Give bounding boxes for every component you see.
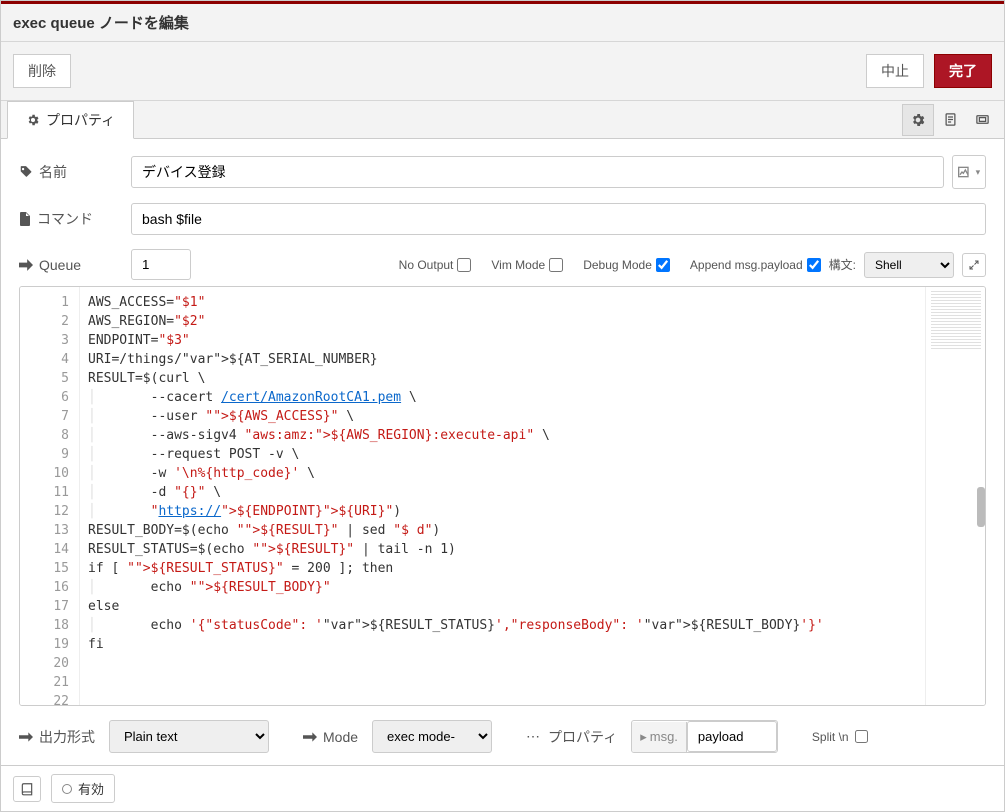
split-n-checkbox[interactable]	[855, 730, 868, 743]
edit-dialog: exec queue ノードを編集 削除 中止 完了 プロパティ	[0, 0, 1005, 812]
property-label: ⋯ プロパティ	[526, 727, 617, 747]
debug-mode-option[interactable]: Debug Mode	[583, 258, 670, 272]
code-content[interactable]: AWS_ACCESS="$1"AWS_REGION="$2"ENDPOINT="…	[80, 287, 925, 705]
done-button[interactable]: 完了	[934, 54, 992, 88]
append-msg-option[interactable]: Append msg.payload	[690, 258, 821, 272]
dialog-title: exec queue ノードを編集	[1, 1, 1004, 42]
tab-bar: プロパティ	[1, 101, 1004, 139]
tab-properties[interactable]: プロパティ	[7, 101, 134, 139]
expand-editor-icon[interactable]	[962, 253, 986, 277]
minimap[interactable]	[925, 287, 985, 705]
file-icon	[19, 212, 31, 226]
form-body: 名前 ▾ コマンド Queue	[1, 139, 1004, 765]
property-input[interactable]: ▸msg.	[631, 720, 778, 753]
arrow-right-icon	[19, 259, 33, 271]
append-msg-checkbox[interactable]	[807, 258, 821, 272]
tab-icon-description[interactable]	[934, 104, 966, 136]
delete-button[interactable]: 削除	[13, 54, 71, 88]
output-format-select[interactable]: Plain text	[109, 720, 269, 753]
debug-mode-checkbox[interactable]	[656, 258, 670, 272]
footer: 有効	[1, 765, 1004, 811]
property-field[interactable]	[687, 721, 777, 752]
icon-picker[interactable]: ▾	[952, 155, 986, 189]
tab-label: プロパティ	[46, 110, 115, 130]
no-output-checkbox[interactable]	[457, 258, 471, 272]
mode-select[interactable]: exec mode-	[372, 720, 492, 753]
scrollbar-handle[interactable]	[977, 487, 985, 527]
command-label: コマンド	[19, 209, 119, 229]
syntax-select[interactable]: Shell	[864, 252, 954, 278]
vim-mode-option[interactable]: Vim Mode	[491, 258, 563, 272]
arrow-right-icon	[19, 732, 33, 742]
status-dot-icon	[62, 784, 72, 794]
no-output-option[interactable]: No Output	[399, 258, 472, 272]
line-gutter: 12345678910111213141516171819202122	[20, 287, 80, 705]
name-label: 名前	[19, 162, 119, 182]
tab-icon-settings[interactable]	[902, 104, 934, 136]
footer-docs-icon[interactable]	[13, 776, 41, 802]
tag-icon	[19, 165, 33, 179]
gear-icon	[26, 113, 40, 127]
mode-label: Mode	[303, 729, 358, 745]
name-input[interactable]	[131, 156, 944, 188]
command-input[interactable]	[131, 203, 986, 235]
queue-label: Queue	[19, 257, 119, 273]
tab-icon-appearance[interactable]	[966, 104, 998, 136]
syntax-label: 構文:	[829, 256, 856, 273]
top-button-bar: 削除 中止 完了	[1, 42, 1004, 101]
vim-mode-checkbox[interactable]	[549, 258, 563, 272]
split-n-option[interactable]: Split \n	[812, 730, 868, 744]
code-editor[interactable]: 12345678910111213141516171819202122 AWS_…	[19, 286, 986, 706]
queue-input[interactable]	[131, 249, 191, 280]
bottom-options: 出力形式 Plain text Mode exec mode- ⋯ プロパティ …	[19, 720, 986, 753]
enabled-toggle[interactable]: 有効	[51, 774, 115, 803]
arrow-right-icon	[303, 732, 317, 742]
output-format-label: 出力形式	[19, 727, 95, 747]
cancel-button[interactable]: 中止	[866, 54, 924, 88]
